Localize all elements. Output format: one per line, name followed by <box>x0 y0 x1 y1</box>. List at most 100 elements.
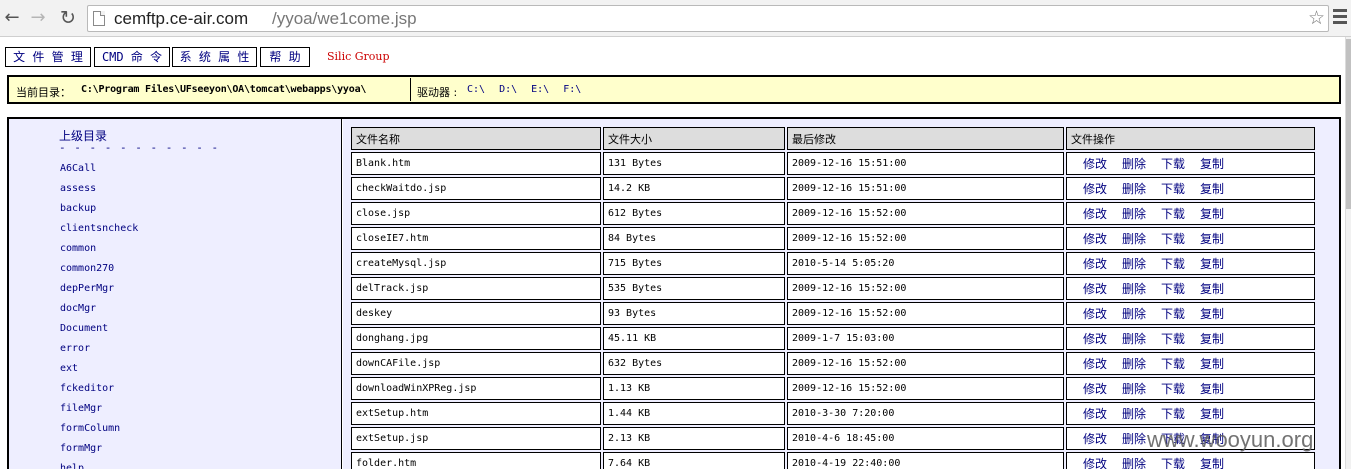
file-name-cell[interactable]: deskey <box>351 302 601 325</box>
download-link[interactable]: 下载 <box>1161 407 1185 421</box>
dir-item[interactable]: common <box>60 243 138 263</box>
delete-link[interactable]: 删除 <box>1122 457 1146 469</box>
edit-link[interactable]: 修改 <box>1083 357 1107 371</box>
file-name-cell[interactable]: Blank.htm <box>351 152 601 175</box>
dir-item[interactable]: ext <box>60 363 138 383</box>
delete-link[interactable]: 删除 <box>1122 232 1146 246</box>
delete-link[interactable]: 删除 <box>1122 357 1146 371</box>
system-properties-button[interactable]: 系 统 属 性 <box>172 47 257 67</box>
delete-link[interactable]: 删除 <box>1122 332 1146 346</box>
back-arrow-icon[interactable]: ← <box>2 7 22 29</box>
copy-link[interactable]: 复制 <box>1200 232 1224 246</box>
copy-link[interactable]: 复制 <box>1200 457 1224 469</box>
download-link[interactable]: 下载 <box>1161 157 1185 171</box>
edit-link[interactable]: 修改 <box>1083 282 1107 296</box>
dir-item[interactable]: A6Call <box>60 163 138 183</box>
edit-link[interactable]: 修改 <box>1083 432 1107 446</box>
download-link[interactable]: 下载 <box>1161 332 1185 346</box>
download-link[interactable]: 下载 <box>1161 357 1185 371</box>
file-name-cell[interactable]: delTrack.jsp <box>351 277 601 300</box>
dir-item[interactable]: backup <box>60 203 138 223</box>
edit-link[interactable]: 修改 <box>1083 182 1107 196</box>
copy-link[interactable]: 复制 <box>1200 257 1224 271</box>
download-link[interactable]: 下载 <box>1161 307 1185 321</box>
dir-item[interactable]: clientsncheck <box>60 223 138 243</box>
edit-link[interactable]: 修改 <box>1083 307 1107 321</box>
copy-link[interactable]: 复制 <box>1200 307 1224 321</box>
edit-link[interactable]: 修改 <box>1083 257 1107 271</box>
scroll-thumb[interactable] <box>1346 39 1351 209</box>
download-link[interactable]: 下载 <box>1161 282 1185 296</box>
copy-link[interactable]: 复制 <box>1200 282 1224 296</box>
drive-link[interactable]: F:\ <box>563 84 581 95</box>
drive-link[interactable]: C:\ <box>467 84 485 95</box>
edit-link[interactable]: 修改 <box>1083 382 1107 396</box>
file-name-cell[interactable]: folder.htm <box>351 452 601 469</box>
delete-link[interactable]: 删除 <box>1122 207 1146 221</box>
dir-item[interactable]: error <box>60 343 138 363</box>
delete-link[interactable]: 删除 <box>1122 182 1146 196</box>
file-name-cell[interactable]: extSetup.htm <box>351 402 601 425</box>
edit-link[interactable]: 修改 <box>1083 332 1107 346</box>
dir-item[interactable]: fileMgr <box>60 403 138 423</box>
copy-link[interactable]: 复制 <box>1200 382 1224 396</box>
download-link[interactable]: 下载 <box>1161 382 1185 396</box>
edit-link[interactable]: 修改 <box>1083 157 1107 171</box>
download-link[interactable]: 下载 <box>1161 182 1185 196</box>
file-name-cell[interactable]: extSetup.jsp <box>351 427 601 450</box>
edit-link[interactable]: 修改 <box>1083 457 1107 469</box>
dir-item[interactable]: Document <box>60 323 138 343</box>
edit-link[interactable]: 修改 <box>1083 407 1107 421</box>
dir-item[interactable]: formColumn <box>60 423 138 443</box>
dir-item[interactable]: formMgr <box>60 443 138 463</box>
delete-link[interactable]: 删除 <box>1122 157 1146 171</box>
table-row: closeIE7.htm 84 Bytes 2009-12-16 15:52:00 修… <box>351 227 1315 250</box>
dir-item[interactable]: fckeditor <box>60 383 138 403</box>
delete-link[interactable]: 删除 <box>1122 432 1146 446</box>
dir-item[interactable]: common270 <box>60 263 138 283</box>
delete-link[interactable]: 删除 <box>1122 407 1146 421</box>
download-link[interactable]: 下载 <box>1161 257 1185 271</box>
file-name-cell[interactable]: close.jsp <box>351 202 601 225</box>
delete-link[interactable]: 删除 <box>1122 257 1146 271</box>
file-name-cell[interactable]: donghang.jpg <box>351 327 601 350</box>
delete-link[interactable]: 删除 <box>1122 282 1146 296</box>
dir-item[interactable]: help <box>60 463 138 469</box>
download-link[interactable]: 下载 <box>1161 457 1185 469</box>
drive-link[interactable]: E:\ <box>531 84 549 95</box>
dir-item[interactable]: assess <box>60 183 138 203</box>
file-manager-button[interactable]: 文 件 管 理 <box>5 47 91 67</box>
copy-link[interactable]: 复制 <box>1200 157 1224 171</box>
edit-link[interactable]: 修改 <box>1083 207 1107 221</box>
address-bar[interactable]: cemftp.ce-air.com /yyoa/we1come.jsp ☆ <box>87 5 1329 32</box>
dir-item[interactable]: depPerMgr <box>60 283 138 303</box>
silic-group-link[interactable]: Silic Group <box>327 50 390 63</box>
edit-link[interactable]: 修改 <box>1083 232 1107 246</box>
scrollbar[interactable] <box>1345 37 1351 469</box>
copy-link[interactable]: 复制 <box>1200 357 1224 371</box>
copy-link[interactable]: 复制 <box>1200 332 1224 346</box>
file-name-cell[interactable]: downCAFile.jsp <box>351 352 601 375</box>
copy-link[interactable]: 复制 <box>1200 407 1224 421</box>
reload-icon[interactable]: ↻ <box>58 7 78 29</box>
file-name-cell[interactable]: checkWaitdo.jsp <box>351 177 601 200</box>
cmd-button[interactable]: CMD 命 令 <box>94 47 170 67</box>
copy-link[interactable]: 复制 <box>1200 207 1224 221</box>
delete-link[interactable]: 删除 <box>1122 307 1146 321</box>
drive-link[interactable]: D:\ <box>499 84 517 95</box>
table-row: folder.htm 7.64 KB 2010-4-19 22:40:00 修改 删除 下… <box>351 452 1315 469</box>
file-name-cell[interactable]: createMysql.jsp <box>351 252 601 275</box>
file-name-cell[interactable]: downloadWinXPReg.jsp <box>351 377 601 400</box>
dir-item[interactable]: docMgr <box>60 303 138 323</box>
delete-link[interactable]: 删除 <box>1122 382 1146 396</box>
file-name-cell[interactable]: closeIE7.htm <box>351 227 601 250</box>
file-size-cell: 715 Bytes <box>603 252 785 275</box>
download-link[interactable]: 下载 <box>1161 207 1185 221</box>
file-actions-cell: 修改 删除 下载 复制 <box>1066 327 1315 350</box>
hamburger-menu-icon[interactable] <box>1332 6 1348 28</box>
help-button[interactable]: 帮 助 <box>260 47 310 67</box>
forward-arrow-icon[interactable]: → <box>28 7 48 29</box>
download-link[interactable]: 下载 <box>1161 232 1185 246</box>
copy-link[interactable]: 复制 <box>1200 182 1224 196</box>
star-icon[interactable]: ☆ <box>1308 7 1325 29</box>
